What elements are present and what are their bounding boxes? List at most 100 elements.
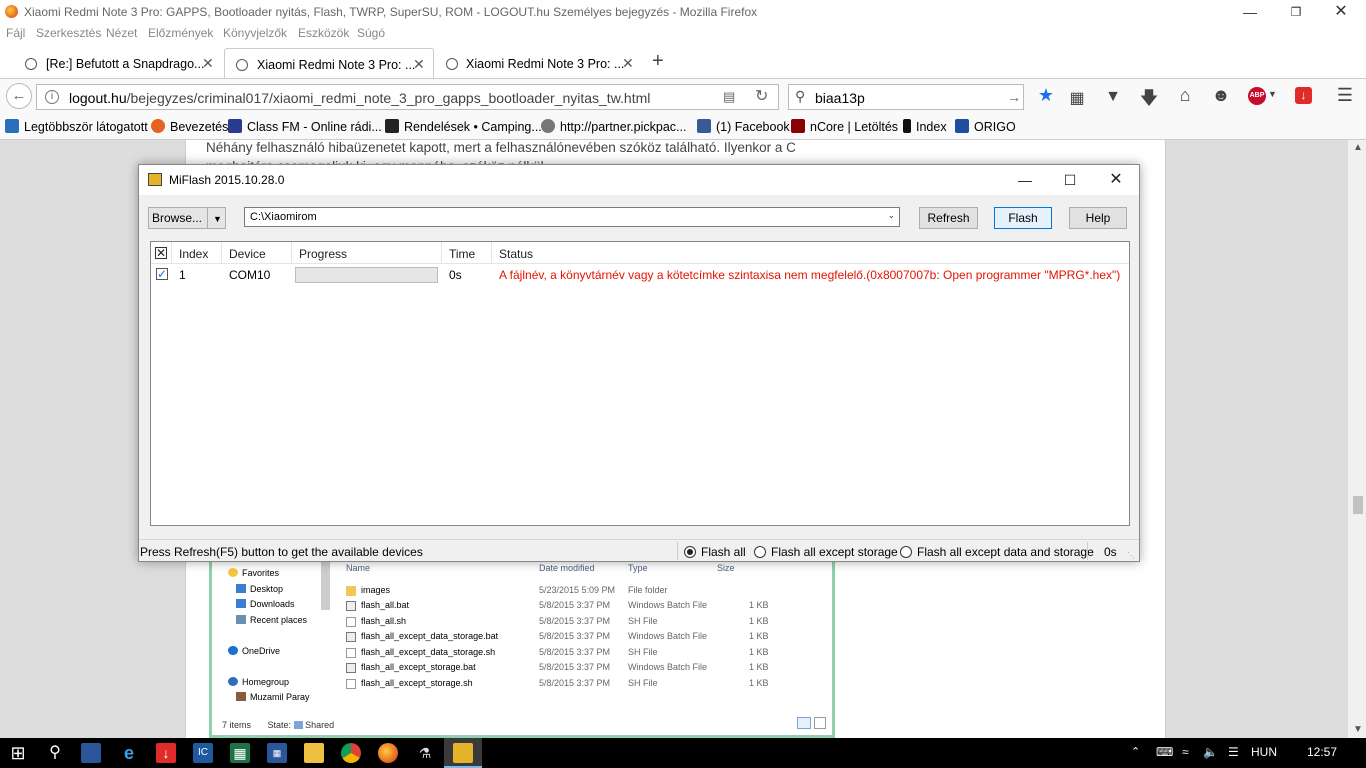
radio-except-storage-dot[interactable] bbox=[754, 546, 766, 558]
file-row[interactable]: flash_all_except_storage.sh 5/8/2015 3:37… bbox=[346, 678, 796, 692]
bookmark-most-visited[interactable]: Legtöbbször látogatott bbox=[5, 119, 148, 134]
adblock-dropdown-chevron-icon[interactable]: ▼ bbox=[1268, 89, 1277, 99]
reader-view-icon[interactable]: ▤ bbox=[723, 89, 735, 105]
menu-tools[interactable]: Eszközök bbox=[298, 26, 349, 40]
radio-flash-all-dot[interactable] bbox=[684, 546, 696, 558]
firebird-app-icon[interactable]: ▦ bbox=[267, 743, 287, 763]
volume-icon[interactable]: 🔈 bbox=[1203, 745, 1218, 759]
tray-chevron-up-icon[interactable]: ⌃ bbox=[1131, 745, 1140, 758]
usb-device-icon[interactable]: ⚗ bbox=[415, 743, 435, 763]
miflash-close-button[interactable]: ✕ bbox=[1101, 169, 1131, 191]
tab-xiaomi-active[interactable]: Xiaomi Redmi Note 3 Pro: ... ✕ bbox=[224, 48, 434, 78]
download-helper-icon[interactable]: ↓ bbox=[1295, 87, 1312, 104]
radio-flash-all[interactable]: Flash all bbox=[684, 545, 746, 559]
radio-flash-all-except-storage[interactable]: Flash all except storage bbox=[754, 545, 898, 559]
reload-icon[interactable]: ↻ bbox=[755, 86, 768, 106]
page-scrollbar[interactable]: ▲ ▼ bbox=[1348, 140, 1366, 738]
menu-view[interactable]: Nézet bbox=[106, 26, 137, 40]
flash-button[interactable]: Flash bbox=[994, 207, 1052, 229]
radio-except-data-storage-dot[interactable] bbox=[900, 546, 912, 558]
help-button[interactable]: Help bbox=[1069, 207, 1127, 229]
hamburger-menu-icon[interactable]: ☰ bbox=[1334, 85, 1356, 106]
miflash-taskbar-icon[interactable] bbox=[453, 743, 473, 763]
site-info-icon[interactable]: i bbox=[45, 90, 59, 104]
floppy-save-icon[interactable] bbox=[81, 743, 101, 763]
col-progress[interactable]: Progress bbox=[299, 247, 347, 261]
excel-icon[interactable]: ▦ bbox=[230, 743, 250, 763]
col-name[interactable]: Name bbox=[346, 563, 370, 573]
tab-close-icon[interactable]: ✕ bbox=[202, 55, 214, 72]
tab-close-icon[interactable]: ✕ bbox=[622, 55, 634, 72]
menu-edit[interactable]: Szerkesztés bbox=[36, 26, 101, 40]
select-all-checkbox[interactable]: ✕ bbox=[155, 247, 167, 259]
firefox-taskbar-icon[interactable] bbox=[378, 743, 398, 763]
action-center-icon[interactable]: ☰ bbox=[1228, 745, 1239, 759]
rom-path-combobox[interactable]: C:\Xiaomirom ⌄ bbox=[244, 207, 900, 227]
language-indicator[interactable]: HUN bbox=[1251, 745, 1277, 759]
search-input[interactable]: biaa13p bbox=[815, 90, 865, 106]
close-button[interactable]: ✕ bbox=[1318, 0, 1364, 24]
bookmark-camping[interactable]: Rendelések • Camping... bbox=[385, 119, 542, 134]
col-device[interactable]: Device bbox=[229, 247, 266, 261]
browse-dropdown-chevron-icon[interactable]: ▼ bbox=[213, 209, 222, 229]
scroll-down-chevron-icon[interactable]: ▼ bbox=[1353, 724, 1363, 735]
tab-close-icon[interactable]: ✕ bbox=[413, 56, 425, 73]
ic-app-icon[interactable]: IC bbox=[193, 743, 213, 763]
menu-history[interactable]: Előzmények bbox=[148, 26, 213, 40]
back-arrow-icon[interactable]: ← bbox=[6, 83, 32, 109]
bookmark-class-fm[interactable]: Class FM - Online rádi... bbox=[228, 119, 382, 134]
url-bar[interactable]: i logout.hu/bejegyzes/criminal017/xiaomi… bbox=[36, 84, 779, 110]
nav-scrollbar[interactable] bbox=[321, 560, 330, 610]
url-text[interactable]: logout.hu/bejegyzes/criminal017/xiaomi_r… bbox=[69, 90, 650, 106]
miflash-minimize-button[interactable]: — bbox=[1010, 169, 1040, 191]
file-row[interactable]: flash_all.bat 5/8/2015 3:37 PM Windows Bat… bbox=[346, 600, 796, 614]
col-date[interactable]: Date modified bbox=[539, 563, 595, 573]
col-status[interactable]: Status bbox=[499, 247, 533, 261]
file-row[interactable]: flash_all_except_storage.bat 5/8/2015 3:3… bbox=[346, 662, 796, 676]
col-time[interactable]: Time bbox=[449, 247, 475, 261]
file-row[interactable]: images 5/23/2015 5:09 PM File folder bbox=[346, 585, 796, 599]
device-row-checkbox[interactable]: ✓ bbox=[156, 268, 168, 280]
tab-befutott[interactable]: [Re:] Befutott a Snapdrago... ✕ bbox=[0, 48, 222, 78]
bookmark-index[interactable]: Index bbox=[903, 119, 947, 134]
menu-file[interactable]: Fájl bbox=[6, 26, 25, 40]
resize-grip-icon[interactable]: ⋱ bbox=[1127, 551, 1135, 560]
bookmark-bevezetes[interactable]: Bevezetés bbox=[151, 119, 228, 134]
bookmark-origo[interactable]: ORIGO bbox=[955, 119, 1016, 134]
windows-start-icon[interactable]: ⊞ bbox=[8, 743, 28, 763]
col-type[interactable]: Type bbox=[628, 563, 648, 573]
internet-explorer-icon[interactable]: e bbox=[119, 743, 139, 763]
file-row[interactable]: flash_all_except_data_storage.sh 5/8/2015… bbox=[346, 647, 796, 661]
bookmark-ncore[interactable]: nCore | Letöltés bbox=[791, 119, 898, 134]
bookmark-facebook[interactable]: (1) Facebook bbox=[697, 119, 790, 134]
menu-help[interactable]: Súgó bbox=[357, 26, 385, 40]
menu-bookmarks[interactable]: Könyvjelzők bbox=[223, 26, 287, 40]
tab-xiaomi-2[interactable]: Xiaomi Redmi Note 3 Pro: ... ✕ bbox=[436, 48, 646, 78]
downloads-arrow-icon[interactable]: 🡇 bbox=[1138, 86, 1160, 116]
tiles-view-icon[interactable] bbox=[814, 717, 826, 729]
miflash-maximize-button[interactable]: ☐ bbox=[1055, 169, 1085, 191]
combo-chevron-down-icon[interactable]: ⌄ bbox=[887, 210, 895, 221]
wifi-icon[interactable]: ≈ bbox=[1182, 745, 1189, 759]
restore-button[interactable]: ❐ bbox=[1273, 0, 1319, 24]
bookmark-star-icon[interactable]: ★ bbox=[1035, 85, 1057, 106]
adblock-plus-icon[interactable]: ABP bbox=[1248, 87, 1266, 105]
bookmarks-menu-icon[interactable]: ▦ bbox=[1066, 88, 1088, 108]
home-icon[interactable]: ⌂ bbox=[1174, 85, 1196, 106]
col-size[interactable]: Size bbox=[717, 563, 735, 573]
new-tab-plus-icon[interactable]: + bbox=[652, 50, 664, 73]
file-explorer-icon[interactable] bbox=[304, 743, 324, 763]
search-magnifier-icon[interactable]: ⚲ bbox=[45, 743, 65, 763]
radio-flash-all-except-data-storage[interactable]: Flash all except data and storage bbox=[900, 545, 1094, 559]
file-row[interactable]: flash_all_except_data_storage.bat 5/8/201… bbox=[346, 631, 796, 645]
browse-button[interactable]: Browse... ▼ bbox=[148, 207, 226, 229]
refresh-button[interactable]: Refresh bbox=[919, 207, 978, 229]
col-index[interactable]: Index bbox=[179, 247, 208, 261]
keyboard-icon[interactable]: ⌨ bbox=[1156, 745, 1173, 759]
hello-smiley-icon[interactable]: ☻ bbox=[1210, 85, 1232, 106]
search-go-arrow-icon[interactable]: → bbox=[1007, 89, 1021, 105]
minimize-button[interactable]: — bbox=[1227, 0, 1273, 24]
chrome-icon[interactable] bbox=[341, 743, 361, 763]
scrollbar-thumb[interactable] bbox=[1353, 496, 1363, 514]
clock[interactable]: 12:57 bbox=[1307, 745, 1337, 759]
